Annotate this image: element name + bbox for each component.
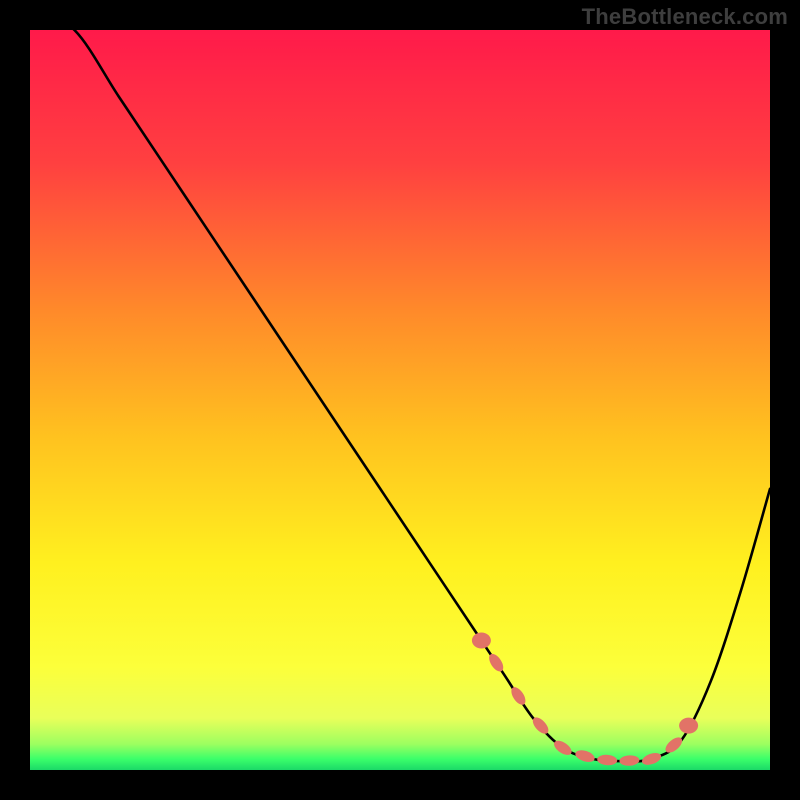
attribution-label: TheBottleneck.com [582,4,788,30]
gradient-background [30,30,770,770]
bottleneck-chart-svg [30,30,770,770]
optimal-endpoint-marker [472,633,491,649]
plot-area [30,30,770,770]
optimal-endpoint-marker [679,718,698,734]
chart-frame: TheBottleneck.com [0,0,800,800]
